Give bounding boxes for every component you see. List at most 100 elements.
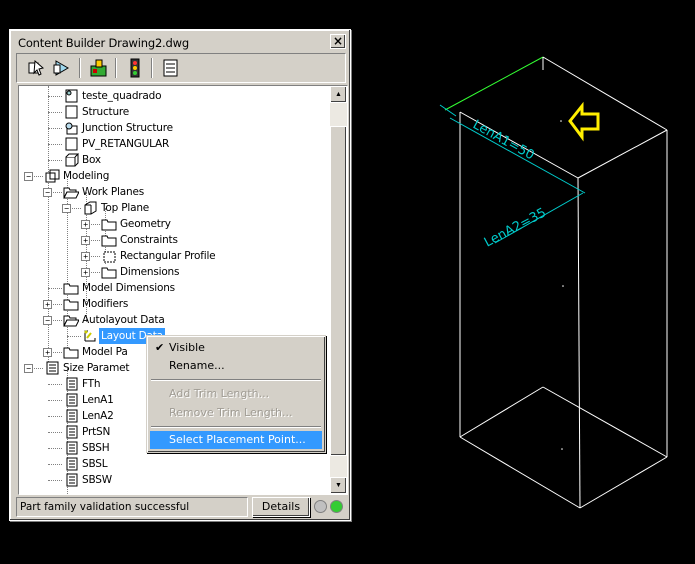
modeling-icon	[44, 169, 60, 183]
box-icon	[63, 153, 80, 167]
details-button[interactable]: Details	[252, 497, 310, 517]
model-edge	[577, 177, 581, 509]
expand-icon[interactable]: +	[81, 252, 90, 261]
tree-item-label: Autolayout Data	[82, 314, 165, 326]
menu-item-rename[interactable]: Rename...	[150, 357, 322, 375]
scroll-down-button[interactable]: ▼	[330, 477, 347, 494]
param-icon	[63, 441, 79, 455]
traffic-light-icon[interactable]	[123, 57, 147, 79]
folder-icon	[101, 217, 117, 231]
menu-item-visible[interactable]: ✔ Visible	[150, 339, 322, 357]
folder-open-icon	[63, 313, 80, 327]
tree-item-geometry[interactable]: + Geometry	[19, 216, 319, 232]
collapse-icon[interactable]: −	[24, 364, 33, 373]
tree-item-work-planes[interactable]: − Work Planes	[19, 184, 319, 200]
profile-icon	[101, 249, 117, 263]
tree-item-label: SBSW	[82, 474, 112, 486]
tree-item-label: Box	[82, 154, 101, 166]
tree-item-label: PV_RETANGULAR	[82, 138, 170, 150]
expand-icon[interactable]: +	[43, 348, 52, 357]
list-icon[interactable]	[159, 57, 183, 79]
tree-item-model-dimensions[interactable]: Model Dimensions	[19, 280, 319, 296]
tree-item-label: Junction Structure	[82, 122, 173, 134]
point-marker	[560, 120, 562, 122]
menu-separator	[151, 426, 321, 428]
tree-item-label: teste_quadrado	[82, 90, 162, 102]
collapse-icon[interactable]: −	[24, 172, 33, 181]
expand-icon[interactable]: +	[81, 236, 90, 245]
dimension-label-lena1[interactable]: LenA1=50	[470, 117, 537, 163]
part-icon[interactable]	[87, 57, 111, 79]
param-icon	[63, 473, 79, 487]
tree-guide-line	[48, 288, 62, 289]
tree-item-modeling[interactable]: − Modeling	[19, 168, 319, 184]
tree-scrollbar[interactable]: ▲ ▼	[330, 86, 347, 494]
tree-item-top-plane[interactable]: − Top Plane	[19, 200, 319, 216]
tree-guide-line	[48, 96, 62, 97]
toolbar-separator	[115, 58, 117, 78]
menu-item-add-trim-length[interactable]: Add Trim Length...	[150, 385, 322, 403]
tree-item-label: Constraints	[120, 234, 178, 246]
menu-item-label: Rename...	[169, 359, 225, 372]
tree-guide-line	[48, 144, 62, 145]
doc-icon	[63, 105, 79, 119]
tree-item-dimensions[interactable]: + Dimensions	[19, 264, 319, 280]
tree-item-rectangular-profile[interactable]: + Rectangular Profile	[19, 248, 319, 264]
collapse-icon[interactable]: −	[62, 204, 71, 213]
tree-guide-line	[48, 384, 62, 385]
plane-icon	[82, 201, 98, 215]
tree-item-autolayout-data[interactable]: − Autolayout Data	[19, 312, 319, 328]
scroll-thumb[interactable]	[330, 126, 347, 456]
tree-guide-line	[48, 416, 62, 417]
folder-icon	[63, 345, 79, 359]
tree-item-pv-retangular[interactable]: PV_RETANGULAR	[19, 136, 319, 152]
drawing-area[interactable]: LenA1=50 LenA2=35	[360, 0, 695, 564]
tree-guide-line	[67, 336, 81, 337]
status-text: Part family validation successful	[16, 497, 248, 517]
palette-titlebar[interactable]: Content Builder Drawing2.dwg ×	[14, 34, 346, 51]
model-icon[interactable]	[25, 57, 49, 79]
collapse-icon[interactable]: −	[43, 188, 52, 197]
tree-item-structure[interactable]: Structure	[19, 104, 319, 120]
tree-item-sbsw[interactable]: SBSW	[19, 472, 319, 488]
expand-icon[interactable]: +	[81, 220, 90, 229]
menu-item-label: Add Trim Length...	[169, 387, 270, 400]
dimension-line	[439, 104, 457, 117]
tree-guide-line	[48, 160, 62, 161]
collapse-icon[interactable]: −	[43, 316, 52, 325]
menu-item-select-placement-point[interactable]: Select Placement Point...	[150, 431, 322, 449]
part-doc-icon	[63, 89, 79, 103]
folder-icon	[101, 233, 117, 247]
tree-item-label: SBSH	[82, 442, 110, 454]
top-edge-back	[444, 56, 544, 111]
browse-icon[interactable]	[51, 57, 75, 79]
folder-icon	[101, 265, 117, 279]
close-icon: ×	[332, 34, 344, 48]
close-button[interactable]: ×	[330, 34, 346, 49]
tree-guide-line	[48, 480, 62, 481]
tree-guide-line	[48, 112, 62, 113]
param-icon	[63, 457, 79, 471]
param-icon	[63, 409, 79, 423]
model-edge	[542, 386, 668, 458]
junction-icon	[63, 121, 79, 135]
tree-item-label: Modifiers	[82, 298, 129, 310]
expand-icon[interactable]: +	[43, 300, 52, 309]
scroll-up-button[interactable]: ▲	[330, 86, 347, 103]
tree-item-modifiers[interactable]: + Modifiers	[19, 296, 319, 312]
tree-item-teste-quadrado[interactable]: teste_quadrado	[19, 88, 319, 104]
dimension-label-lena2[interactable]: LenA2=35	[482, 205, 549, 250]
tree-item-constraints[interactable]: + Constraints	[19, 232, 319, 248]
menu-item-remove-trim-length[interactable]: Remove Trim Length...	[150, 404, 322, 422]
tree-guide-line	[48, 448, 62, 449]
tree-item-sbsl[interactable]: SBSL	[19, 456, 319, 472]
model-edge	[579, 456, 668, 509]
expand-icon[interactable]: +	[81, 268, 90, 277]
tree-item-label: Structure	[82, 106, 130, 118]
tree-item-box[interactable]: Box	[19, 152, 319, 168]
tree-item-junction-structure[interactable]: Junction Structure	[19, 120, 319, 136]
placement-arrow-icon	[568, 101, 600, 142]
folder-open-icon	[63, 185, 80, 199]
tree-item-label: SBSL	[82, 458, 108, 470]
toolbar-separator	[79, 58, 81, 78]
